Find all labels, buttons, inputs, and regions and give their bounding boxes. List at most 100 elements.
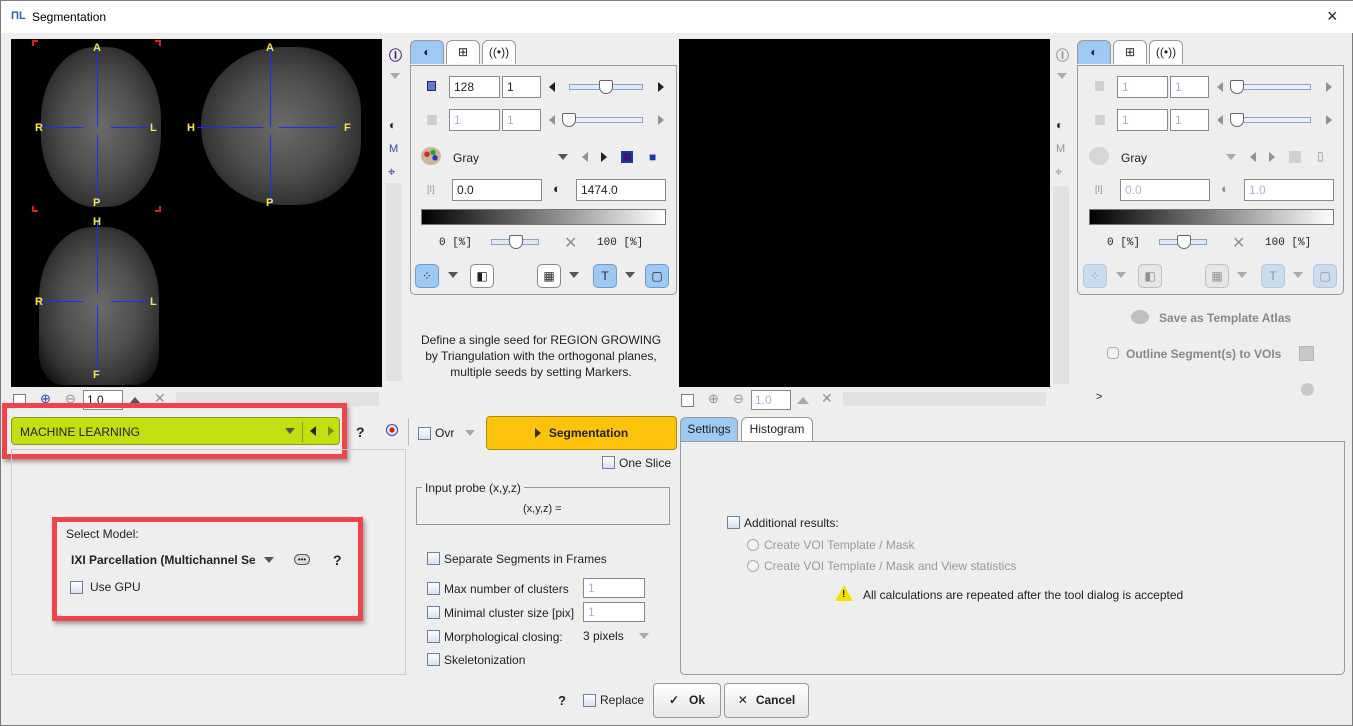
ok-button[interactable]: ✓ Ok bbox=[653, 683, 721, 718]
image-viewer-right[interactable] bbox=[679, 39, 1050, 387]
auto-range-icon[interactable]: ◐ bbox=[553, 181, 561, 196]
colormap-edit-icon[interactable]: ▯ bbox=[1317, 149, 1324, 163]
grid-button[interactable]: ▦ bbox=[1205, 264, 1229, 288]
outline-button[interactable]: ▢ bbox=[1313, 264, 1337, 288]
text-overlay-button[interactable]: T bbox=[593, 264, 617, 288]
max-value-input[interactable]: 1474.0 bbox=[576, 179, 666, 201]
palette-icon[interactable] bbox=[421, 147, 441, 165]
tab-fusion[interactable]: ((•)) bbox=[482, 40, 516, 64]
text-overlay-button[interactable]: T bbox=[1261, 264, 1285, 288]
max-value-input-right[interactable]: 1.0 bbox=[1244, 179, 1334, 201]
separate-frames-checkbox[interactable] bbox=[427, 552, 440, 565]
segment-mode-dropdown-icon[interactable] bbox=[1116, 272, 1126, 278]
invert-icon[interactable] bbox=[1289, 151, 1301, 163]
save-icon[interactable] bbox=[1299, 346, 1314, 361]
colormap-label[interactable]: Gray bbox=[453, 151, 479, 165]
colormap-prev-icon[interactable] bbox=[582, 152, 588, 162]
pct-slider-thumb-right[interactable] bbox=[1177, 235, 1191, 249]
tab-layout[interactable]: ⊞ bbox=[446, 40, 480, 64]
frame-slider[interactable] bbox=[569, 117, 643, 123]
frame-input[interactable]: 1 bbox=[449, 109, 500, 131]
tab-histogram[interactable]: Histogram bbox=[741, 417, 813, 441]
outline-segments-label[interactable]: Outline Segment(s) to VOIs bbox=[1126, 347, 1281, 361]
contrast-icon[interactable]: ◐ bbox=[1056, 118, 1063, 132]
frame-input-right[interactable]: 1 bbox=[1117, 109, 1168, 131]
threshold-button[interactable]: ◧ bbox=[1138, 264, 1162, 288]
frame-prev-icon[interactable] bbox=[1217, 115, 1223, 125]
contrast-icon[interactable]: ◐ bbox=[389, 118, 396, 132]
crosshair-icon[interactable]: ⌖ bbox=[388, 164, 395, 180]
slice-slider-thumb[interactable] bbox=[599, 80, 613, 94]
reset-icon[interactable]: ✕ bbox=[821, 390, 833, 407]
frame-step-input-right[interactable]: 1 bbox=[1170, 109, 1209, 131]
reset-pct-icon[interactable]: ✕ bbox=[1232, 233, 1245, 253]
segment-mode-button[interactable]: ⁘ bbox=[415, 264, 439, 288]
slice-prev-icon[interactable] bbox=[549, 82, 555, 92]
outline-button[interactable]: ▢ bbox=[645, 264, 669, 288]
radio-create-voi[interactable] bbox=[747, 539, 759, 551]
slice-step-input[interactable]: 1 bbox=[502, 76, 541, 98]
threshold-button[interactable]: ◧ bbox=[470, 264, 494, 288]
closing-dropdown-icon[interactable] bbox=[639, 633, 649, 639]
palette-icon[interactable] bbox=[1089, 147, 1109, 165]
pct-slider-thumb[interactable] bbox=[509, 235, 523, 249]
viewer-scroll-strip-right[interactable] bbox=[1053, 186, 1069, 384]
colormap-dropdown-icon[interactable] bbox=[558, 154, 568, 160]
tab-contrast[interactable]: ◐ bbox=[1077, 40, 1111, 64]
text-overlay-dropdown-icon[interactable] bbox=[625, 272, 635, 278]
frame-next-icon[interactable] bbox=[1326, 115, 1332, 125]
min-cluster-checkbox[interactable] bbox=[427, 606, 440, 619]
info-icon[interactable]: Ⓘ bbox=[389, 45, 402, 64]
colorbar-right[interactable] bbox=[1089, 209, 1334, 225]
colormap-next-icon[interactable] bbox=[601, 152, 607, 162]
zoom-in-icon[interactable]: ⊕ bbox=[708, 391, 719, 407]
segmentation-button[interactable]: Segmentation bbox=[486, 416, 677, 450]
seed-target-icon[interactable] bbox=[386, 424, 398, 436]
min-value-input[interactable]: 0.0 bbox=[452, 179, 542, 201]
colormap-edit-icon[interactable]: ■ bbox=[649, 150, 656, 164]
viewer-scrollbar-right[interactable] bbox=[843, 392, 1046, 406]
image-viewer-left[interactable]: A P R L A P H F H F R L bbox=[11, 39, 382, 387]
grid-button[interactable]: ▦ bbox=[537, 264, 561, 288]
slice-slider-right[interactable] bbox=[1237, 84, 1311, 90]
slice-step-input-right[interactable]: 1 bbox=[1170, 76, 1209, 98]
text-overlay-dropdown-icon[interactable] bbox=[1293, 272, 1303, 278]
remove-icon[interactable] bbox=[1301, 383, 1314, 396]
method-help-button[interactable]: ? bbox=[356, 424, 365, 440]
sagittal-slice[interactable] bbox=[201, 47, 361, 205]
dropdown-icon[interactable] bbox=[390, 73, 400, 79]
reset-pct-icon[interactable]: ✕ bbox=[564, 233, 577, 253]
info-icon[interactable]: Ⓘ bbox=[1056, 45, 1069, 64]
segment-mode-dropdown-icon[interactable] bbox=[448, 272, 458, 278]
slice-prev-icon[interactable] bbox=[1217, 82, 1223, 92]
marker-icon[interactable]: M bbox=[389, 143, 398, 155]
colormap-dropdown-icon[interactable] bbox=[1226, 154, 1236, 160]
tab-layout[interactable]: ⊞ bbox=[1113, 40, 1147, 64]
max-clusters-input[interactable]: 1 bbox=[583, 578, 645, 598]
skeleton-checkbox[interactable] bbox=[427, 653, 440, 666]
expand-toggle[interactable]: > bbox=[1096, 391, 1102, 403]
viewer-scroll-strip[interactable] bbox=[386, 183, 402, 381]
crosshair-icon[interactable]: ⌖ bbox=[1055, 164, 1062, 180]
frame-slider-right[interactable] bbox=[1237, 117, 1311, 123]
additional-results-checkbox[interactable] bbox=[727, 516, 740, 529]
slice-slider-thumb-right[interactable] bbox=[1230, 80, 1244, 94]
slice-next-icon[interactable] bbox=[1326, 82, 1332, 92]
radio-create-voi-stats[interactable] bbox=[747, 560, 759, 572]
frame-step-input[interactable]: 1 bbox=[502, 109, 541, 131]
frame-slider-thumb-right[interactable] bbox=[1230, 113, 1244, 127]
tab-contrast[interactable]: ◐ bbox=[410, 40, 444, 64]
frame-prev-icon[interactable] bbox=[549, 115, 555, 125]
replace-checkbox[interactable] bbox=[583, 694, 596, 707]
cancel-button[interactable]: ✕ Cancel bbox=[724, 683, 809, 718]
outline-checkbox[interactable] bbox=[1107, 347, 1119, 359]
max-clusters-checkbox[interactable] bbox=[427, 582, 440, 595]
min-value-input-right[interactable]: 0.0 bbox=[1120, 179, 1210, 201]
grid-dropdown-icon[interactable] bbox=[569, 272, 579, 278]
zoom-input-right[interactable]: 1.0 bbox=[751, 390, 791, 410]
frame-next-icon[interactable] bbox=[658, 115, 664, 125]
auto-range-icon[interactable]: ◐ bbox=[1221, 181, 1229, 196]
tab-fusion[interactable]: ((•)) bbox=[1149, 40, 1183, 64]
save-template-atlas-button[interactable]: Save as Template Atlas bbox=[1159, 311, 1291, 325]
ovr-checkbox[interactable] bbox=[418, 427, 431, 440]
